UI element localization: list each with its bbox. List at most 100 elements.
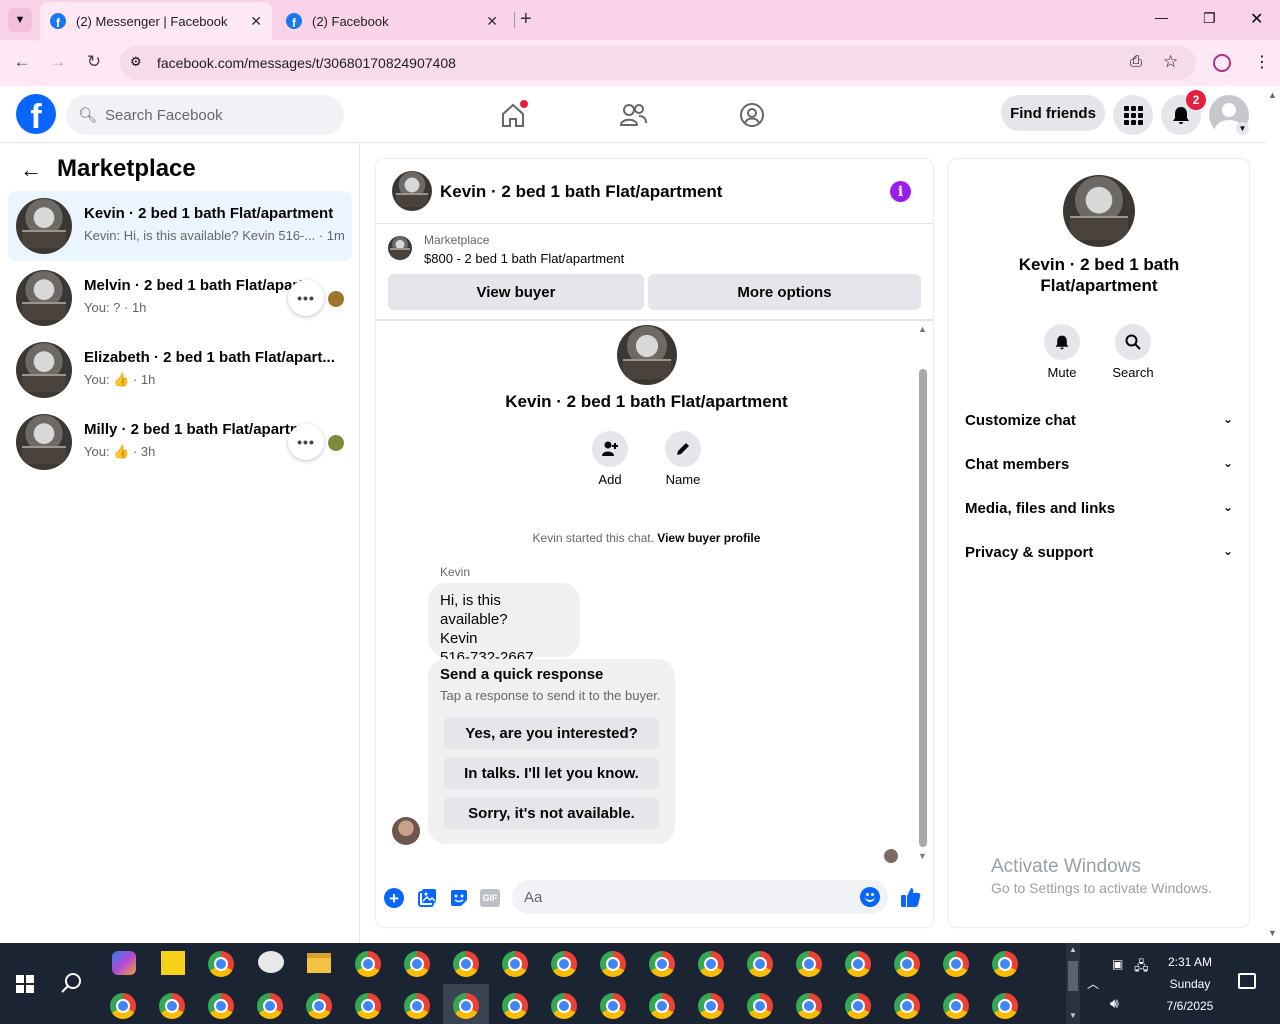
page-scroll-down-arrow[interactable]: ▼ [1268, 928, 1277, 938]
chrome-profile-icon[interactable] [355, 951, 381, 977]
chrome-profile-icon[interactable] [502, 993, 528, 1019]
menu-grid-icon[interactable] [1113, 95, 1153, 135]
chrome-profile-icon[interactable] [208, 993, 234, 1019]
gif-icon[interactable]: GIF [480, 889, 500, 907]
chrome-icon[interactable] [208, 951, 234, 977]
profile-icon[interactable] [1213, 54, 1231, 72]
find-friends-button[interactable]: Find friends [1001, 95, 1105, 131]
chrome-profile-icon[interactable] [894, 951, 920, 977]
conversation-item[interactable]: Kevin · 2 bed 1 bath Flat/apartment Kevi… [8, 191, 352, 261]
chrome-profile-icon[interactable] [698, 951, 724, 977]
like-thumbs-up-icon[interactable] [900, 886, 922, 913]
conversation-item[interactable]: Melvin · 2 bed 1 bath Flat/apart You: ? … [8, 263, 352, 333]
chrome-profile-icon[interactable] [110, 993, 136, 1019]
chrome-profile-icon[interactable] [992, 993, 1018, 1019]
scrollbar-thumb[interactable] [1068, 961, 1078, 991]
scroll-up-arrow[interactable]: ▲ [1069, 945, 1077, 954]
details-avatar[interactable] [1063, 175, 1135, 247]
copilot-icon[interactable] [112, 951, 136, 975]
chrome-profile-icon[interactable] [796, 951, 822, 977]
message-bubble[interactable]: Hi, is this available? Kevin 516-732-266… [428, 583, 580, 666]
groups-icon[interactable] [737, 100, 767, 130]
chrome-profile-icon[interactable] [796, 993, 822, 1019]
customize-chat-section[interactable]: Customize chat ⌄ [965, 412, 1233, 429]
tab-list-dropdown[interactable]: ▼ [8, 8, 32, 32]
view-buyer-button[interactable]: View buyer [388, 274, 644, 310]
bookmark-star-icon[interactable]: ☆ [1163, 52, 1178, 72]
chrome-profile-icon[interactable] [306, 993, 332, 1019]
file-explorer-icon[interactable] [307, 953, 331, 973]
chrome-profile-icon[interactable] [551, 993, 577, 1019]
clock-day[interactable]: Sunday [1150, 977, 1230, 991]
mute-button[interactable] [1044, 324, 1080, 360]
back-arrow-icon[interactable]: ← [20, 157, 42, 183]
quick-response-button[interactable]: In talks. I'll let you know. [444, 757, 659, 789]
conversation-item[interactable]: Milly · 2 bed 1 bath Flat/apartm You: 👍 … [8, 407, 352, 477]
listing-title[interactable]: $800 - 2 bed 1 bath Flat/apartment [424, 251, 624, 266]
close-window-button[interactable]: ✕ [1250, 9, 1263, 29]
close-tab-icon[interactable]: ✕ [486, 13, 498, 30]
edit-name-button[interactable] [665, 431, 701, 467]
chrome-profile-icon[interactable] [600, 951, 626, 977]
close-tab-icon[interactable]: ✕ [250, 13, 262, 30]
facebook-logo-icon[interactable]: f [16, 94, 56, 134]
chrome-profile-icon[interactable] [649, 951, 675, 977]
omnibox[interactable]: ⚙ facebook.com/messages/t/30680170824907… [120, 46, 1196, 80]
chat-profile-avatar[interactable] [617, 325, 677, 385]
volume-icon[interactable]: 🔊︎ [1110, 995, 1119, 1012]
show-hidden-icons-icon[interactable]: ︿ [1087, 975, 1099, 992]
scroll-down-arrow[interactable]: ▼ [918, 851, 927, 861]
tab-messenger[interactable]: f (2) Messenger | Facebook ✕ [40, 2, 272, 40]
chrome-profile-icon[interactable] [894, 993, 920, 1019]
message-input[interactable]: Aa [512, 880, 888, 914]
photo-icon[interactable] [417, 888, 437, 913]
chrome-profile-icon[interactable] [159, 993, 185, 1019]
browser-menu-icon[interactable]: ⋮ [1254, 52, 1270, 72]
info-icon[interactable]: i [890, 181, 911, 202]
quick-response-button[interactable]: Sorry, it's not available. [444, 797, 659, 829]
chrome-profile-icon[interactable] [355, 993, 381, 1019]
taskbar-scrollbar[interactable]: ▲ ▼ [1066, 943, 1080, 1024]
taskbar-tray-icon[interactable]: ▣ [1112, 957, 1123, 971]
install-app-icon[interactable]: ⎙ [1130, 53, 1142, 70]
scroll-up-arrow[interactable]: ▲ [918, 324, 927, 334]
paint-icon[interactable] [258, 951, 284, 973]
conversation-item[interactable]: Elizabeth · 2 bed 1 bath Flat/apart... Y… [8, 335, 352, 405]
chrome-profile-icon[interactable] [992, 951, 1018, 977]
page-scroll-up-arrow[interactable]: ▲ [1268, 90, 1277, 100]
site-info-icon[interactable]: ⚙ [130, 54, 142, 70]
reload-icon[interactable]: ↻ [82, 52, 106, 72]
privacy-support-section[interactable]: Privacy & support ⌄ [965, 544, 1233, 561]
sticky-notes-icon[interactable] [161, 951, 185, 975]
more-options-button[interactable]: ••• [288, 280, 324, 316]
scroll-down-arrow[interactable]: ▼ [1069, 1011, 1077, 1020]
taskbar-search-icon[interactable] [60, 971, 84, 1000]
more-options-button[interactable]: ••• [288, 424, 324, 460]
add-people-button[interactable] [592, 431, 628, 467]
chrome-profile-icon[interactable] [649, 993, 675, 1019]
home-icon[interactable] [498, 100, 528, 130]
chrome-profile-icon[interactable] [404, 951, 430, 977]
clock-time[interactable]: 2:31 AM [1150, 955, 1230, 969]
chrome-profile-icon[interactable] [502, 951, 528, 977]
chrome-profile-icon[interactable] [404, 993, 430, 1019]
chrome-profile-icon[interactable] [845, 951, 871, 977]
chat-members-section[interactable]: Chat members ⌄ [965, 456, 1233, 473]
scrollbar-thumb[interactable] [919, 369, 927, 847]
network-icon[interactable]: 🖧︎ [1134, 957, 1149, 979]
chat-header-avatar[interactable] [392, 171, 432, 211]
friends-icon[interactable] [618, 100, 648, 130]
emoji-icon[interactable] [860, 887, 880, 907]
plus-circle-icon[interactable]: + [384, 888, 404, 908]
more-options-button[interactable]: More options [648, 274, 921, 310]
chevron-down-icon[interactable]: ▼ [1236, 122, 1249, 135]
chrome-profile-icon[interactable] [747, 951, 773, 977]
chrome-profile-icon[interactable] [698, 993, 724, 1019]
tab-facebook[interactable]: f (2) Facebook ✕ [276, 2, 508, 40]
media-files-links-section[interactable]: Media, files and links ⌄ [965, 500, 1233, 517]
restore-button[interactable]: ❐ [1203, 10, 1216, 27]
chrome-profile-icon[interactable] [551, 951, 577, 977]
chrome-profile-icon[interactable] [943, 993, 969, 1019]
back-icon[interactable]: ← [10, 52, 34, 72]
search-in-chat-button[interactable] [1115, 324, 1151, 360]
